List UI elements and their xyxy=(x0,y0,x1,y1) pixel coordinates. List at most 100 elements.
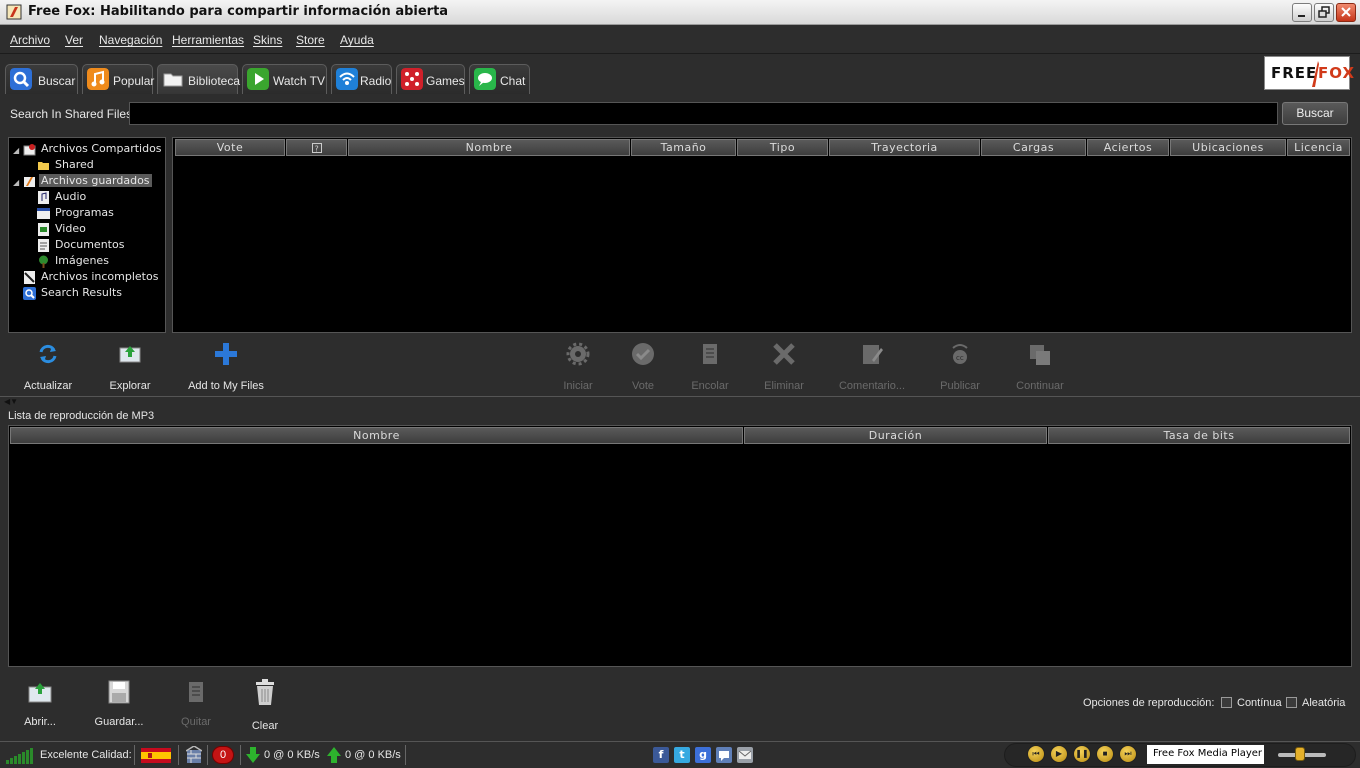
guardar-button[interactable]: Guardar... xyxy=(92,678,146,728)
search-button[interactable]: Buscar xyxy=(1282,102,1348,125)
column-header-vote[interactable]: Vote xyxy=(175,139,285,156)
publicar-button[interactable]: cc Publicar xyxy=(938,342,982,392)
column-header-licencia[interactable]: Licencia xyxy=(1287,139,1350,156)
tree-label: Archivos Compartidos xyxy=(41,142,162,155)
email-icon[interactable] xyxy=(737,747,753,763)
menu-ver[interactable]: Ver xyxy=(65,33,83,47)
previous-track-button[interactable]: ⏮ xyxy=(1027,745,1045,763)
tab-games[interactable]: Games xyxy=(396,64,465,94)
column-header-nombre[interactable]: Nombre xyxy=(10,427,743,444)
quitar-button[interactable]: Quitar xyxy=(178,678,214,728)
tab-label: Chat xyxy=(500,74,526,88)
tab-popular[interactable]: Popular xyxy=(82,64,154,94)
check-circle-icon xyxy=(632,343,654,365)
explorar-button[interactable]: Explorar xyxy=(106,342,154,392)
tab-biblioteca[interactable]: Biblioteca xyxy=(157,64,241,94)
search-label: Search In Shared Files: xyxy=(10,107,136,121)
tree-label: Archivos incompletos xyxy=(41,270,159,283)
tab-label: Biblioteca xyxy=(188,74,241,88)
tab-watch-tv[interactable]: Watch TV xyxy=(242,64,327,94)
column-header-info[interactable]: ? xyxy=(286,139,347,156)
tree-shared-files[interactable]: Archivos Compartidos xyxy=(23,142,165,157)
pause-icon: ❚❚ xyxy=(1075,749,1089,758)
facebook-icon[interactable]: f xyxy=(653,747,669,763)
close-button[interactable] xyxy=(1336,3,1356,22)
tree-label: Archivos guardados xyxy=(39,174,152,187)
button-label: Eliminar xyxy=(764,380,804,392)
menu-herramientas[interactable]: Herramientas xyxy=(172,33,244,47)
separator xyxy=(240,745,241,765)
twitter-icon[interactable]: t xyxy=(674,747,690,763)
next-track-button[interactable]: ⏭ xyxy=(1119,745,1137,763)
vote-button[interactable]: Vote xyxy=(626,342,660,392)
tab-buscar[interactable]: Buscar xyxy=(5,64,78,94)
button-label: Actualizar xyxy=(23,380,73,392)
notification-count-badge[interactable]: 0 xyxy=(212,746,234,764)
encolar-button[interactable]: Encolar xyxy=(688,342,732,392)
expand-arrow-icon[interactable]: ◢ xyxy=(13,146,19,155)
explore-folder-icon xyxy=(119,346,141,363)
stop-icon: ■ xyxy=(1102,749,1108,758)
column-header-tamano[interactable]: Tamaño xyxy=(631,139,736,156)
add-to-my-files-button[interactable]: Add to My Files xyxy=(186,342,266,392)
separator xyxy=(207,745,208,765)
question-icon: ? xyxy=(311,143,322,154)
tab-label: Radio xyxy=(360,74,392,88)
column-header-nombre[interactable]: Nombre xyxy=(348,139,630,156)
refresh-icon xyxy=(39,344,57,364)
aleatoria-checkbox[interactable] xyxy=(1286,697,1297,708)
button-label: Clear xyxy=(251,720,279,732)
iniciar-button[interactable]: Iniciar xyxy=(560,342,596,392)
messenger-icon[interactable] xyxy=(716,747,732,763)
comentario-button[interactable]: Comentario... xyxy=(838,342,906,392)
volume-slider-handle[interactable] xyxy=(1295,747,1305,761)
firewall-icon[interactable] xyxy=(186,746,202,764)
column-header-duracion[interactable]: Duración xyxy=(744,427,1047,444)
column-header-ubicaciones[interactable]: Ubicaciones xyxy=(1170,139,1286,156)
pause-button[interactable]: ❚❚ xyxy=(1073,745,1091,763)
menu-skins[interactable]: Skins xyxy=(253,33,282,47)
column-header-trayectoria[interactable]: Trayectoria xyxy=(829,139,980,156)
restore-button[interactable] xyxy=(1314,3,1334,22)
abrir-button[interactable]: Abrir... xyxy=(20,678,60,728)
tab-radio[interactable]: Radio xyxy=(331,64,392,94)
tab-label: Games xyxy=(426,74,465,88)
google-icon[interactable]: g xyxy=(695,747,711,763)
separator xyxy=(178,745,179,765)
shared-folder-icon xyxy=(23,144,36,156)
collapse-arrows-icon[interactable]: ◀▼ xyxy=(4,397,18,406)
horizontal-splitter[interactable]: ◀▼ xyxy=(0,396,1360,406)
previous-icon: ⏮ xyxy=(1032,749,1040,758)
spain-flag-icon[interactable] xyxy=(141,748,171,763)
button-label: Publicar xyxy=(940,380,980,392)
eliminar-button[interactable]: Eliminar xyxy=(762,342,806,392)
chat-icon xyxy=(474,68,496,90)
menu-ayuda[interactable]: Ayuda xyxy=(340,33,374,47)
column-header-aciertos[interactable]: Aciertos xyxy=(1087,139,1169,156)
stop-button[interactable]: ■ xyxy=(1096,745,1114,763)
expand-arrow-icon[interactable]: ◢ xyxy=(13,178,19,187)
tab-chat[interactable]: Chat xyxy=(469,64,530,94)
continua-checkbox[interactable] xyxy=(1221,697,1232,708)
search-input[interactable] xyxy=(129,102,1278,125)
menu-navegacion[interactable]: Navegación xyxy=(99,33,162,47)
continuar-button[interactable]: Continuar xyxy=(1014,342,1066,392)
save-disk-icon xyxy=(108,680,130,704)
search-icon xyxy=(10,68,32,90)
button-label: Continuar xyxy=(1016,380,1064,392)
column-header-cargas[interactable]: Cargas xyxy=(981,139,1086,156)
actualizar-button[interactable]: Actualizar xyxy=(20,342,76,392)
clear-button[interactable]: Clear xyxy=(248,678,282,732)
menu-store[interactable]: Store xyxy=(296,33,325,47)
freefox-logo: FREE FOX xyxy=(1264,56,1354,90)
column-header-tipo[interactable]: Tipo xyxy=(737,139,828,156)
upload-speed: 0 @ 0 KB/s xyxy=(345,749,401,761)
menu-archivo[interactable]: Archivo xyxy=(10,33,50,47)
tree-label: Shared xyxy=(55,158,94,171)
play-button[interactable]: ▶ xyxy=(1050,745,1068,763)
queue-icon xyxy=(703,344,717,364)
app-icon xyxy=(6,4,22,20)
minimize-button[interactable] xyxy=(1292,3,1312,22)
column-header-tasa-de-bits[interactable]: Tasa de bits xyxy=(1048,427,1350,444)
next-icon: ⏭ xyxy=(1124,749,1132,758)
